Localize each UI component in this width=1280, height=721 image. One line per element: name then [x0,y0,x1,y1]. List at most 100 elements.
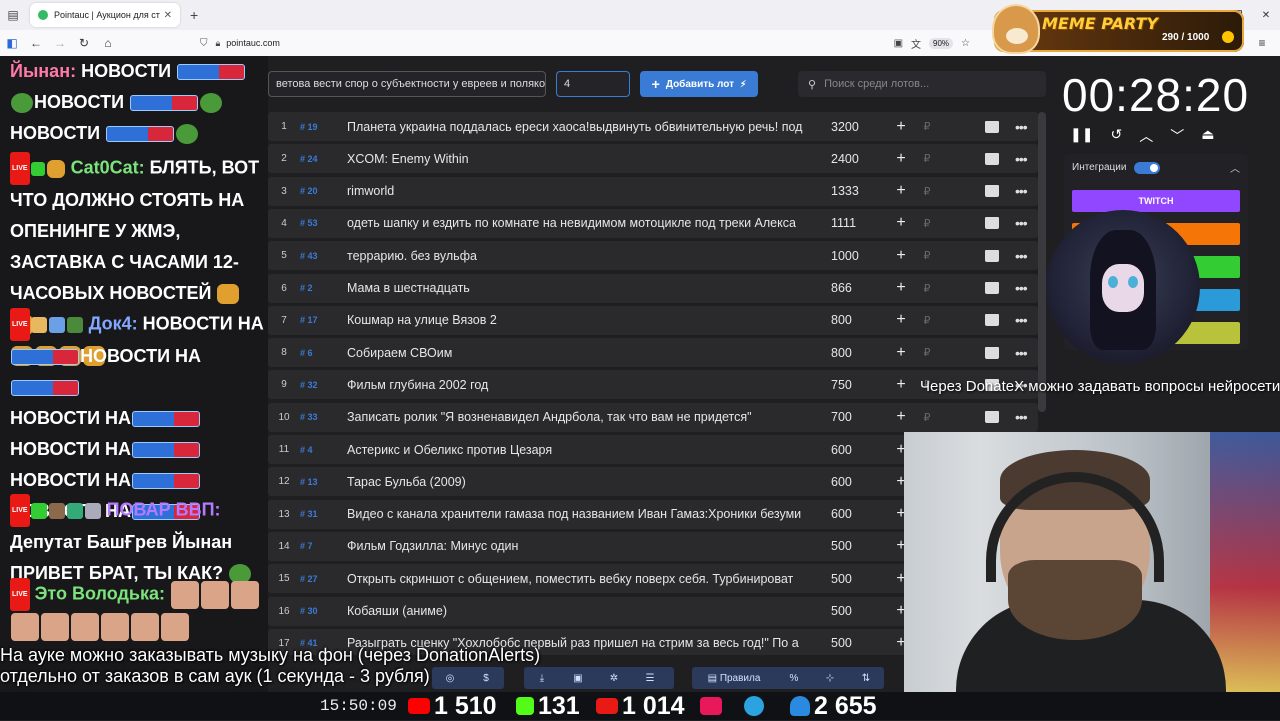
close-window-icon[interactable]: ✕ [1252,0,1280,30]
badge-icon [46,159,65,178]
integrations-toggle[interactable] [1134,162,1160,174]
menu-icon[interactable]: ≡ [1250,36,1274,50]
address-bar[interactable]: ⛉ 🔒︎ pointauc.com ▣ 文 90% ☆ [200,33,970,53]
add-amount-icon[interactable]: + [891,247,911,265]
download-icon[interactable]: ⤓ [524,673,560,684]
add-amount-icon[interactable]: + [891,182,911,200]
add-amount-icon[interactable]: + [891,118,911,136]
more-options-icon[interactable]: ••• [1015,215,1028,231]
bookmark-star-icon[interactable]: ☆ [961,38,970,49]
delete-icon[interactable] [985,217,999,230]
delete-icon[interactable] [985,120,999,133]
delete-icon[interactable] [985,314,999,327]
chat-text: Депутат БашҒрев Йынан ПРИВЕТ БРАТ, ТЫ КА… [10,532,233,583]
delete-icon[interactable] [985,185,999,198]
plus-icon: + [651,76,660,92]
back-icon[interactable]: ← [24,36,48,50]
lot-number: 5 [281,250,287,262]
lot-name: Мама в шестнадцать [347,281,470,295]
add-amount-icon[interactable]: + [891,344,911,362]
lot-row[interactable]: 7 # 17 Кошмар на улице Вязов 2 800 + ₽ ••• [268,305,1038,335]
lot-amount-input[interactable]: 4 [556,71,630,97]
lot-row[interactable]: 4 # 53 одеть шапку и ездить по комнате на … [268,208,1038,238]
new-tab-icon[interactable]: + [190,7,198,23]
forward-icon[interactable]: → [48,36,72,50]
restart-icon[interactable]: ↺ [1110,126,1122,146]
more-options-icon[interactable]: ••• [1015,409,1028,425]
more-options-icon[interactable]: ••• [1015,345,1028,361]
youtube-viewers: 1 510 [408,692,497,720]
sort-icon[interactable]: ⇅ [848,673,884,684]
lot-row[interactable]: 6 # 2 Мама в шестнадцать 866 + ₽ ••• [268,273,1038,303]
tab-list-icon[interactable]: ▤ [0,0,26,30]
lot-row[interactable]: 10 # 33 Записать ролик "Я возненавидел Анд… [268,402,1038,432]
add-amount-icon[interactable]: + [891,376,911,394]
delete-icon[interactable] [985,152,999,165]
more-options-icon[interactable]: ••• [1015,119,1028,135]
delete-icon[interactable] [985,411,999,424]
clock: 15:50:09 [320,697,397,715]
stream-status-bar: 15:50:09 1 510 131 1 014 2 655 [0,692,1280,720]
more-options-icon[interactable]: ••• [1015,248,1028,264]
lot-row[interactable]: 2 # 24 XCOM: Enemy Within 2400 + ₽ ••• [268,144,1038,174]
lot-search-input[interactable]: ⚲ Поиск среди лотов... [798,71,1046,97]
bug-icon[interactable]: ✲ [596,673,632,684]
chat-nick: Док4: [88,313,138,334]
more-options-icon[interactable]: ••• [1015,183,1028,199]
lot-row[interactable]: 3 # 20 rimworld 1333 + ₽ ••• [268,176,1038,206]
total-viewers-count: 2 655 [814,691,877,720]
zoom-level[interactable]: 90% [929,37,954,49]
kick-viewers: 131 [516,692,580,720]
lot-row[interactable]: 5 # 43 террарию. без вульфа 1000 + ₽ ••• [268,241,1038,271]
add-amount-icon[interactable]: + [891,214,911,232]
chevron-up-icon[interactable]: ︿ [1139,126,1153,146]
translate-icon[interactable]: 文 [911,36,921,51]
chevron-down-icon[interactable]: ﹀ [1170,126,1184,146]
lot-name-input[interactable]: ветова вести спор о субъектности у еврее… [268,71,546,97]
meme-party-count: 290 / 1000 [1162,32,1210,43]
chevron-up-icon[interactable]: ︿ [1230,160,1240,175]
browser-tab[interactable]: Pointauc | Аукцион для стримеров ✕ [30,3,180,27]
add-lot-button[interactable]: + Добавить лот ⚡︎ [640,71,758,97]
lot-number: 6 [281,282,287,294]
reader-view-icon[interactable]: ▣ [894,38,903,49]
delete-icon[interactable] [985,249,999,262]
more-options-icon[interactable]: ••• [1015,151,1028,167]
ruble-icon: ₽ [923,250,931,263]
delete-icon[interactable] [985,282,999,294]
twitch-button[interactable]: TWITCH [1072,190,1240,212]
clear-list-icon[interactable]: ☰ [632,673,668,684]
wheel-icon[interactable]: ◎ [432,673,468,684]
dollar-icon[interactable]: $ [468,673,504,684]
news-tv-emote [11,349,79,366]
add-amount-icon[interactable]: + [891,279,911,297]
lots-scrollbar[interactable] [1038,112,1046,412]
reload-icon[interactable]: ↻ [72,36,96,50]
more-options-icon[interactable]: ••• [1015,312,1028,328]
split-icon[interactable]: ⊹ [812,673,848,684]
add-amount-icon[interactable]: + [891,408,911,426]
lot-row[interactable]: 8 # 6 Собираем СВОим 800 + ₽ ••• [268,338,1038,368]
lot-name: Фильм Годзилла: Минус один [347,539,519,554]
sidebar-icon[interactable]: ◧ [0,36,24,50]
pause-icon[interactable]: ❚❚ [1070,126,1093,146]
eject-icon[interactable]: ⏏ [1201,126,1214,146]
save-icon[interactable]: ▣ [560,673,596,684]
percent-icon[interactable]: % [776,673,812,684]
tab-title: Pointauc | Аукцион для стримеров [54,10,160,20]
favicon-icon [38,10,48,20]
badge-icon [84,502,101,519]
delete-icon[interactable] [985,346,999,359]
other-platform [700,692,726,720]
face-emote [71,613,99,642]
home-icon[interactable]: ⌂ [96,36,120,50]
rules-button[interactable]: ▤ Правила [692,673,776,684]
add-amount-icon[interactable]: + [891,150,911,168]
more-options-icon[interactable]: ••• [1015,280,1028,296]
close-tab-icon[interactable]: ✕ [164,10,172,21]
lot-row[interactable]: 1 # 19 Планета украина поддалась ереси хао… [268,112,1038,141]
lot-id: # 32 [300,379,318,390]
bottom-toolbar-group: ◎ $ [432,667,504,689]
lot-number: 11 [278,444,290,455]
add-amount-icon[interactable]: + [891,311,911,329]
